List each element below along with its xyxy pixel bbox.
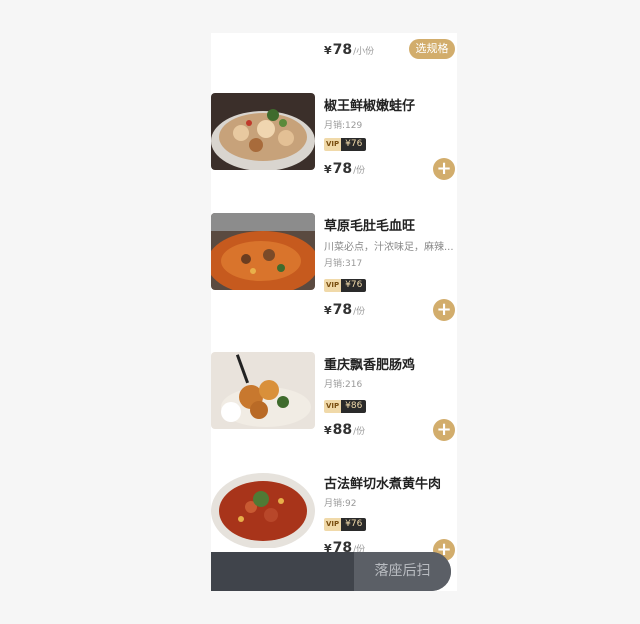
dish-image [211,471,315,548]
cart-bar[interactable]: 落座后扫 [211,552,451,591]
menu-item[interactable]: 椒王鲜椒嫩蛙仔 月销:129 VIP ¥76 ¥78/份 + [211,93,457,183]
dish-description: 川菜必点，汁浓味足，麻辣... [324,242,454,253]
dish-name: 草原毛肚毛血旺 [324,219,416,234]
menu-panel: ¥78/小份 选规格 椒王鲜椒嫩蛙仔 月销:129 VIP ¥76 ¥78/份 … [211,33,457,591]
add-to-cart-button[interactable]: + [433,299,455,321]
dish-name: 古法鲜切水煮黄牛肉 [324,477,442,492]
add-to-cart-button[interactable]: + [433,158,455,180]
vip-price-badge: VIP ¥76 [324,138,367,151]
vip-price-badge: VIP ¥76 [324,518,367,531]
add-to-cart-button[interactable]: + [433,419,455,441]
price: ¥88/份 [324,422,366,438]
price: ¥78/份 [324,161,366,177]
dish-name: 重庆飘香肥肠鸡 [324,358,416,373]
monthly-sales: 月销:92 [324,499,357,509]
dish-image [211,93,315,170]
menu-item-partial: ¥78/小份 选规格 [211,33,457,63]
menu-item[interactable]: 草原毛肚毛血旺 川菜必点，汁浓味足，麻辣... 月销:317 VIP ¥76 ¥7… [211,213,457,323]
select-spec-button[interactable]: 选规格 [409,39,455,59]
menu-item[interactable]: 古法鲜切水煮黄牛肉 月销:92 VIP ¥76 ¥78/份 + [211,471,457,561]
vip-price-badge: VIP ¥86 [324,400,367,413]
monthly-sales: 月销:129 [324,121,363,131]
vip-price-badge: VIP ¥76 [324,279,367,292]
scan-after-seated-button[interactable]: 落座后扫 [354,552,451,591]
price: ¥78/份 [324,302,366,318]
monthly-sales: 月销:317 [324,259,363,269]
dish-image [211,213,315,290]
price: ¥78/小份 [324,42,375,58]
dish-image [211,352,315,429]
menu-item[interactable]: 重庆飘香肥肠鸡 月销:216 VIP ¥86 ¥88/份 + [211,352,457,442]
dish-name: 椒王鲜椒嫩蛙仔 [324,99,416,114]
monthly-sales: 月销:216 [324,380,363,390]
